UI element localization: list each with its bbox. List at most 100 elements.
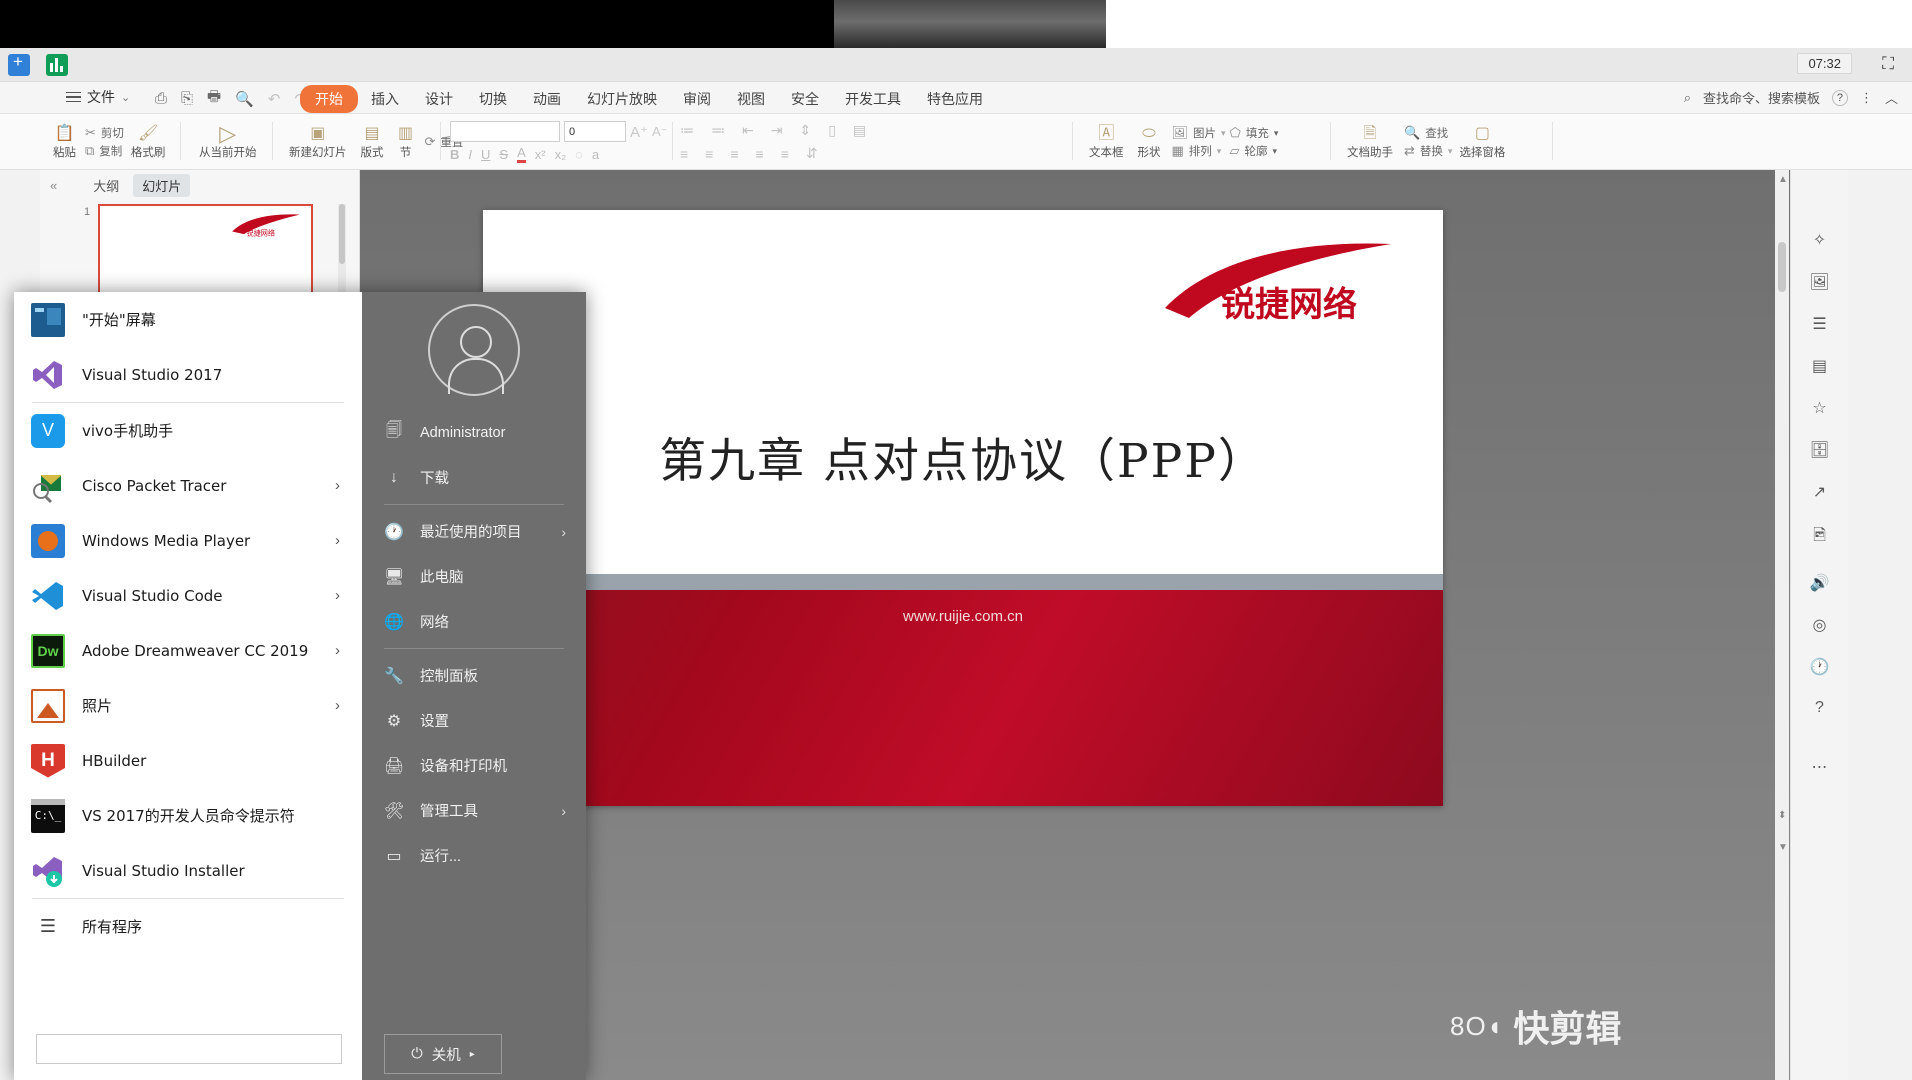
- strikethrough-icon[interactable]: S: [499, 147, 508, 162]
- tab-animations[interactable]: 动画: [520, 85, 574, 113]
- scroll-split-icon[interactable]: ⬍: [1778, 810, 1786, 821]
- tab-slideshow[interactable]: 幻灯片放映: [574, 85, 670, 113]
- slides-tab[interactable]: 幻灯片: [133, 173, 191, 197]
- print-preview-icon[interactable]: 🔍: [235, 90, 254, 108]
- tab-security[interactable]: 安全: [778, 85, 832, 113]
- chevron-right-icon[interactable]: ›: [335, 642, 340, 659]
- ai-star-icon[interactable]: ✧: [1813, 230, 1826, 250]
- numbering-icon[interactable]: ≕: [711, 122, 725, 139]
- archive-icon[interactable]: 🗄: [1809, 440, 1829, 460]
- scrollbar-thumb[interactable]: [1778, 242, 1786, 292]
- program-dreamweaver[interactable]: Dw Adobe Dreamweaver CC 2019 ›: [14, 623, 362, 678]
- system-item-network[interactable]: 🌐 网络: [362, 599, 586, 644]
- search-hint-label[interactable]: 查找命令、搜索模板: [1703, 88, 1820, 107]
- power-options-arrow-icon[interactable]: ▸: [470, 1049, 475, 1060]
- program-developer-command-prompt[interactable]: C:\_ VS 2017的开发人员命令提示符: [14, 788, 362, 843]
- shrink-font-icon[interactable]: A⁻: [652, 124, 668, 140]
- line-spacing-icon[interactable]: ⇕: [799, 122, 811, 139]
- new-slide-button[interactable]: ▣ 新建幻灯片: [282, 125, 354, 160]
- text-box-button[interactable]: 🄰 文本框: [1082, 125, 1131, 160]
- system-item-settings[interactable]: ⚙ 设置: [362, 698, 586, 743]
- replace-button[interactable]: ⇄ 替换 ▾: [1404, 143, 1452, 159]
- tab-developer-tools[interactable]: 开发工具: [832, 85, 914, 113]
- arrange-button[interactable]: ▦ 排列 ▾: [1172, 143, 1226, 159]
- program-vscode[interactable]: Visual Studio Code ›: [14, 568, 362, 623]
- superscript-icon[interactable]: x²: [535, 147, 546, 162]
- system-item-admin-tools[interactable]: 🛠 管理工具 ›: [362, 788, 586, 833]
- save-as-icon[interactable]: ⎘: [181, 90, 193, 107]
- new-tab-icon[interactable]: [8, 52, 30, 76]
- tab-home[interactable]: 开始: [300, 85, 358, 113]
- find-button[interactable]: 🔍 查找: [1404, 125, 1452, 141]
- shutdown-button[interactable]: ⏻ 关机 ▸: [384, 1034, 502, 1074]
- picture-lib-icon[interactable]: 🖻: [1813, 524, 1826, 551]
- history-icon[interactable]: 🕐: [1810, 657, 1830, 677]
- columns-icon[interactable]: ▯: [828, 122, 836, 139]
- highlight-icon[interactable]: a: [592, 147, 599, 162]
- shapes-button[interactable]: ⬭ 形状: [1131, 125, 1168, 160]
- program-visual-studio-installer[interactable]: Visual Studio Installer: [14, 843, 362, 898]
- start-from-current-button[interactable]: ▷ 从当前开始: [192, 122, 264, 160]
- slide-surface[interactable]: 锐捷网络 第九章 点对点协议（PPP） www.ruijie.com.cn: [483, 210, 1443, 806]
- program-vivo-assistant[interactable]: V vivo手机助手: [14, 403, 362, 458]
- chevron-right-icon[interactable]: ›: [335, 697, 340, 714]
- fullscreen-icon[interactable]: ⛶: [1882, 54, 1894, 74]
- font-color-icon[interactable]: A: [517, 145, 526, 163]
- share-icon[interactable]: ↗: [1813, 482, 1826, 502]
- cut-button[interactable]: ✂ 剪切: [85, 125, 124, 141]
- start-menu-search-input[interactable]: [36, 1034, 342, 1064]
- system-item-recent[interactable]: 🕐 最近使用的项目 ›: [362, 509, 586, 554]
- picture-button[interactable]: 🖼 图片 ▾: [1172, 125, 1226, 141]
- tab-featured-apps[interactable]: 特色应用: [914, 85, 996, 113]
- align-left-icon[interactable]: ≡: [680, 146, 688, 162]
- format-painter-button[interactable]: 🖌 格式刷: [124, 125, 173, 160]
- increase-indent-icon[interactable]: ⇥: [771, 122, 783, 139]
- grow-font-icon[interactable]: A⁺: [630, 123, 648, 141]
- tab-review[interactable]: 审阅: [670, 85, 724, 113]
- align-center-icon[interactable]: ≡: [705, 146, 713, 162]
- chevron-right-icon[interactable]: ›: [335, 532, 340, 549]
- doc-assistant-button[interactable]: 🗎 文档助手: [1340, 125, 1400, 160]
- scroll-down-arrow-icon[interactable]: ▼: [1778, 842, 1788, 853]
- tab-view[interactable]: 视图: [724, 85, 778, 113]
- font-name-input[interactable]: [450, 121, 560, 142]
- program-all-programs[interactable]: ☰ 所有程序: [14, 899, 362, 954]
- canvas-vertical-scrollbar[interactable]: ▲ ⬍ ▼: [1775, 170, 1789, 1080]
- distribute-icon[interactable]: ≡: [781, 146, 789, 162]
- chevron-right-icon[interactable]: ›: [335, 477, 340, 494]
- program-cisco-packet-tracer[interactable]: Cisco Packet Tracer ›: [14, 458, 362, 513]
- justify-icon[interactable]: ≡: [756, 146, 764, 162]
- system-item-devices-printers[interactable]: 🖨 设备和打印机: [362, 743, 586, 788]
- section-button[interactable]: ▥ 节: [391, 125, 421, 160]
- subscript-icon[interactable]: x₂: [555, 147, 567, 162]
- help-circle-icon[interactable]: ?: [1815, 699, 1824, 717]
- system-item-administrator[interactable]: 🗐 Administrator: [362, 410, 586, 455]
- decrease-indent-icon[interactable]: ⇤: [742, 122, 754, 139]
- collapse-ribbon-icon[interactable]: ︿: [1885, 88, 1898, 107]
- more-options-icon[interactable]: ⋮: [1860, 90, 1873, 106]
- font-size-input[interactable]: [564, 121, 626, 142]
- program-visual-studio-2017[interactable]: Visual Studio 2017: [14, 347, 362, 402]
- system-item-downloads[interactable]: ↓ 下载: [362, 455, 586, 500]
- chevron-right-icon[interactable]: ›: [335, 587, 340, 604]
- favorite-icon[interactable]: ☆: [1812, 398, 1826, 418]
- program-hbuilder[interactable]: H HBuilder: [14, 733, 362, 788]
- file-menu-button[interactable]: 文件 ⌄: [66, 87, 130, 107]
- target-icon[interactable]: ◎: [1813, 615, 1827, 635]
- clear-format-icon[interactable]: ◌: [575, 147, 583, 162]
- chevron-right-icon[interactable]: ›: [561, 803, 566, 819]
- outline-button[interactable]: ▱ 轮廓 ▾: [1230, 143, 1279, 159]
- wps-app-icon[interactable]: [46, 54, 68, 76]
- audio-icon[interactable]: 🔊: [1810, 573, 1830, 593]
- fill-button[interactable]: ⬠ 填充 ▾: [1230, 125, 1279, 141]
- align-right-icon[interactable]: ≡: [730, 146, 738, 162]
- bold-icon[interactable]: B: [450, 147, 459, 162]
- more-tools-icon[interactable]: ⋯: [1812, 757, 1828, 777]
- system-item-run[interactable]: ▭ 运行...: [362, 833, 586, 878]
- paste-button[interactable]: 📋 粘贴: [46, 125, 83, 160]
- layers-icon[interactable]: ☰: [1812, 314, 1826, 334]
- text-direction-icon[interactable]: ⇵: [806, 145, 818, 162]
- bullets-icon[interactable]: ≔: [680, 122, 694, 139]
- tab-insert[interactable]: 插入: [358, 85, 412, 113]
- chevron-right-icon[interactable]: ›: [561, 524, 566, 540]
